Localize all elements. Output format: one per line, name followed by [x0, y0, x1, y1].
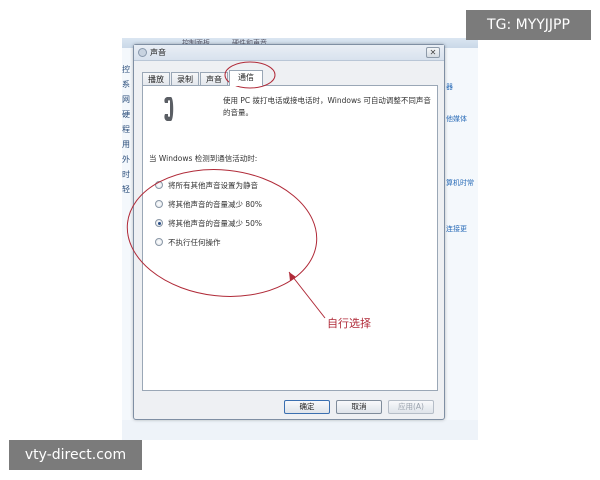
nav-item[interactable]: 控	[122, 62, 132, 77]
nav-item[interactable]: 程	[122, 122, 132, 137]
radio-button[interactable]	[155, 200, 163, 208]
right-link[interactable]: 器	[446, 82, 453, 92]
nav-item[interactable]: 硬	[122, 107, 132, 122]
right-link[interactable]: 算机时常	[446, 178, 474, 188]
screenshot-stage: 控制面板 硬件和声音 控 系 网 硬 程 用 外 时 轻 器 他媒体 算机时常 …	[0, 0, 600, 480]
background-bottom	[122, 420, 478, 440]
option-label: 将其他声音的音量减少 80%	[168, 199, 263, 209]
right-link[interactable]: 连接更	[446, 224, 467, 234]
speaker-icon	[138, 48, 147, 57]
right-link[interactable]: 他媒体	[446, 114, 467, 124]
option-label: 将其他声音的音量减少 50%	[168, 218, 263, 228]
tab-recording[interactable]: 录制	[171, 72, 199, 86]
dialog-titlebar[interactable]: 声音 ✕	[134, 45, 444, 61]
nav-item[interactable]: 系	[122, 77, 132, 92]
nav-item[interactable]: 网	[122, 92, 132, 107]
option-mute-all[interactable]: 将所有其他声音设置为静音	[155, 179, 258, 191]
nav-item[interactable]: 外	[122, 152, 132, 167]
option-reduce-50[interactable]: 将其他声音的音量减少 50%	[155, 217, 262, 229]
cancel-button[interactable]: 取消	[336, 400, 382, 414]
option-do-nothing[interactable]: 不执行任何操作	[155, 236, 221, 248]
option-reduce-80[interactable]: 将其他声音的音量减少 80%	[155, 198, 262, 210]
watermark-top-right: TG: MYYJJPP	[466, 10, 591, 40]
background-left-nav: 控 系 网 硬 程 用 外 时 轻	[122, 62, 132, 197]
nav-item[interactable]: 时	[122, 167, 132, 182]
close-button[interactable]: ✕	[426, 47, 440, 58]
option-label: 不执行任何操作	[168, 237, 221, 247]
communications-panel: 使用 PC 拨打电话或接电话时，Windows 可自动调整不同声音的音量。 当 …	[142, 85, 438, 391]
radio-button[interactable]	[155, 181, 163, 189]
nav-item[interactable]: 轻	[122, 182, 132, 197]
telephone-icon	[164, 97, 174, 121]
watermark-bottom-left: vty-direct.com	[9, 440, 142, 470]
dialog-title: 声音	[150, 48, 166, 57]
nav-item[interactable]: 用	[122, 137, 132, 152]
sound-dialog: 声音 ✕ 播放 录制 声音 通信 使用 PC 拨打电话或接电话时，Windows…	[133, 44, 445, 420]
apply-button[interactable]: 应用(A)	[388, 400, 434, 414]
options-group-label: 当 Windows 检测到通信活动时:	[149, 154, 258, 163]
tab-sounds[interactable]: 声音	[200, 72, 228, 86]
radio-button[interactable]	[155, 238, 163, 246]
radio-button-selected[interactable]	[155, 219, 163, 227]
annotation-label: 自行选择	[327, 317, 371, 330]
tab-playback[interactable]: 播放	[142, 72, 170, 86]
ok-button[interactable]: 确定	[284, 400, 330, 414]
option-label: 将所有其他声音设置为静音	[168, 180, 258, 190]
tab-communications[interactable]: 通信	[229, 70, 263, 86]
communications-description: 使用 PC 拨打电话或接电话时，Windows 可自动调整不同声音的音量。	[223, 96, 431, 117]
